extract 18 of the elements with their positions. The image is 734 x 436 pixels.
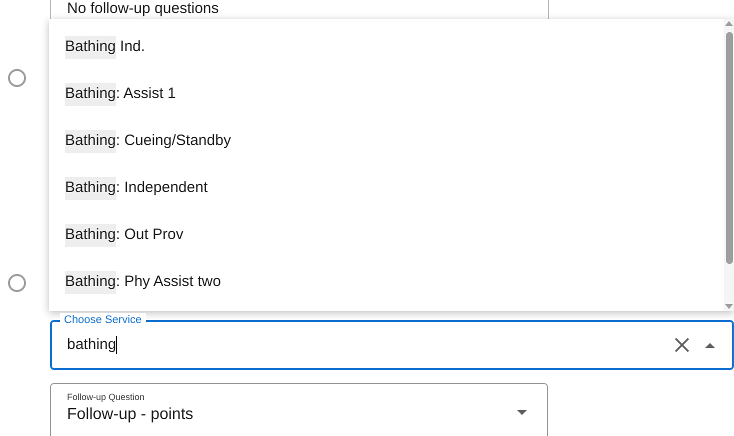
scroll-down-icon[interactable]: [725, 304, 733, 309]
field-label: Follow-up Question: [67, 391, 146, 403]
field-value: Follow-up - points: [67, 405, 194, 425]
radio-button[interactable]: [8, 69, 26, 87]
scroll-up-icon[interactable]: [725, 21, 733, 26]
option-item[interactable]: Bathing: Cueing/Standby: [49, 118, 724, 165]
option-item[interactable]: Bathing: Out Prov: [49, 212, 724, 259]
option-item[interactable]: Bathing Ind.: [49, 24, 724, 71]
caret-icon[interactable]: [705, 342, 715, 348]
option-item[interactable]: Bathing: Assist 1: [49, 71, 724, 118]
field-value: bathing: [67, 334, 118, 356]
followup-field[interactable]: Follow-up Question Follow-up - points: [50, 383, 548, 436]
caret-icon[interactable]: [517, 410, 527, 415]
radio-button[interactable]: [8, 274, 26, 292]
option-item[interactable]: Bathing: Independent: [49, 165, 724, 212]
field-value: No follow-up questions: [67, 0, 219, 19]
option-item[interactable]: Bathing: Phy Assist two: [49, 259, 724, 306]
scrollbar[interactable]: [724, 19, 734, 311]
